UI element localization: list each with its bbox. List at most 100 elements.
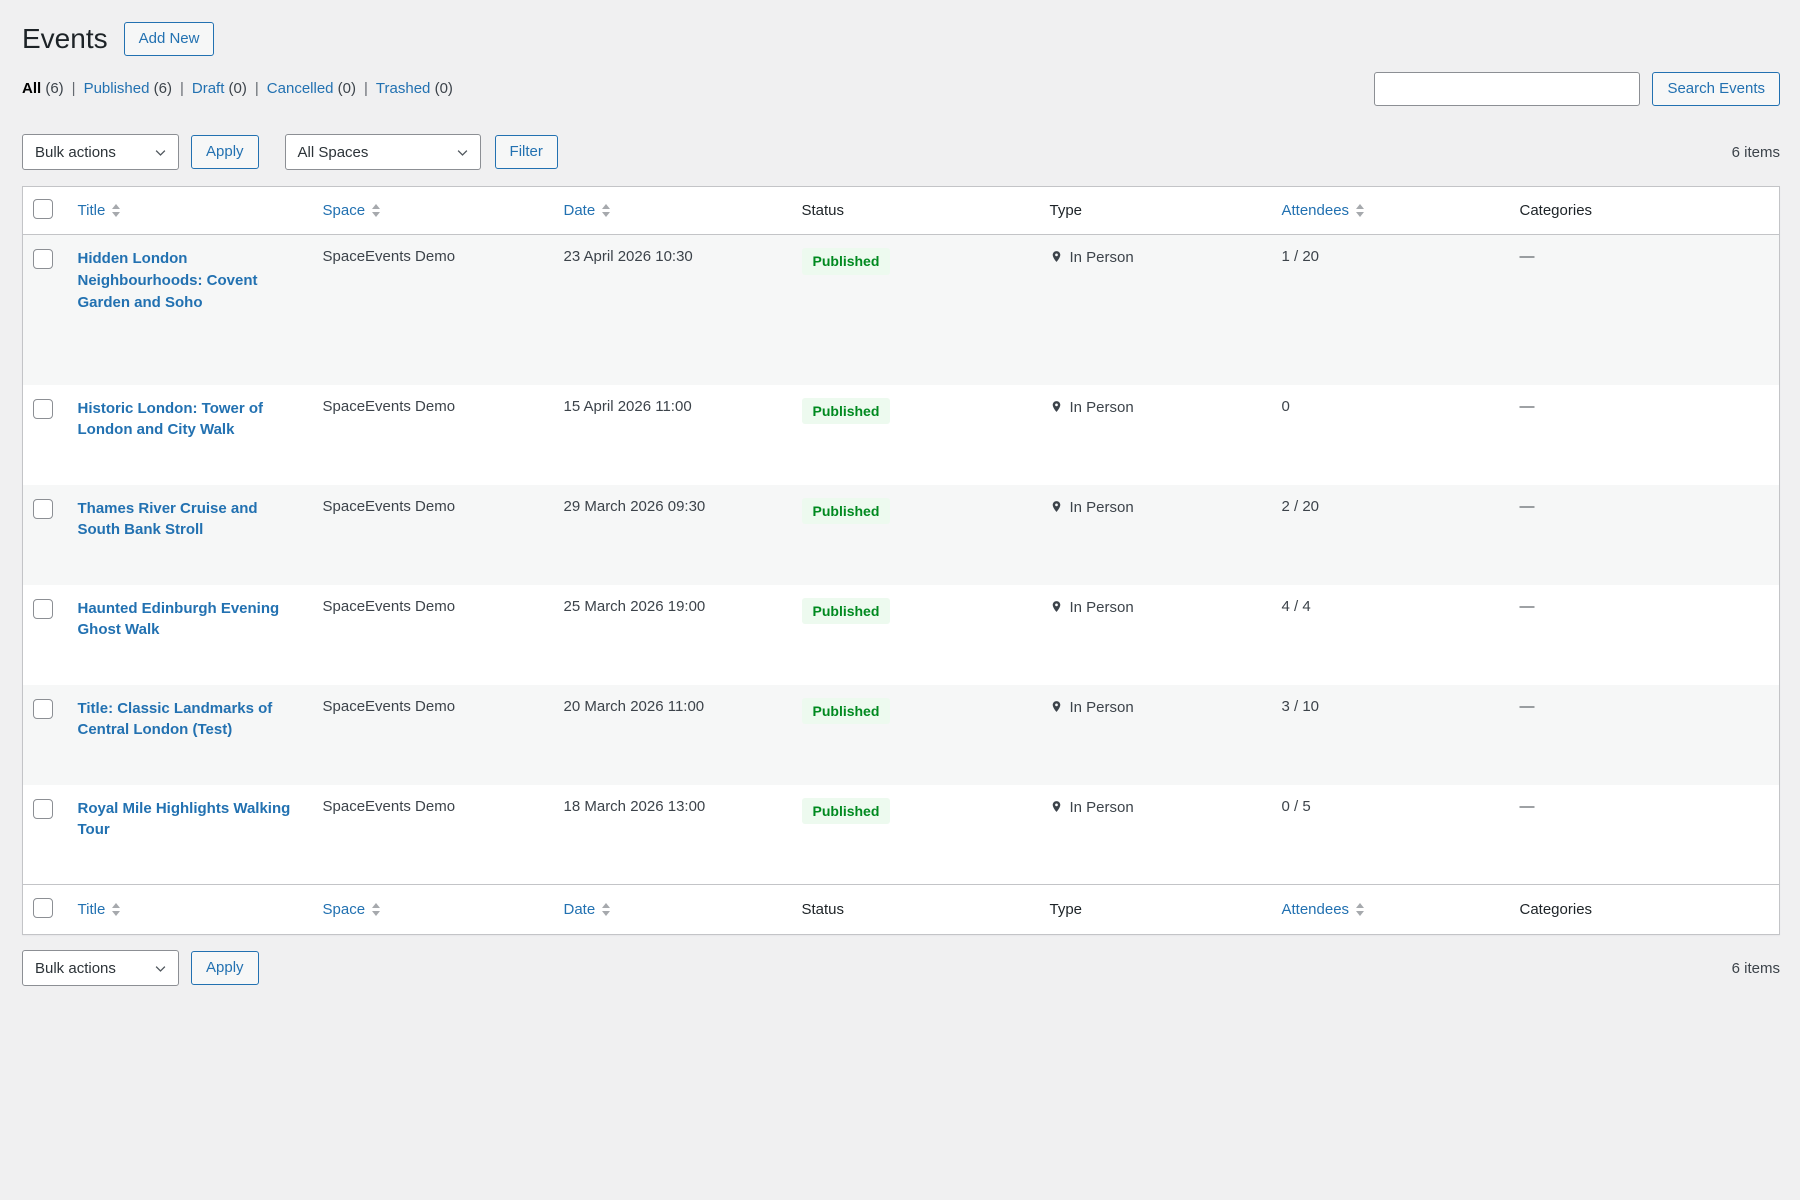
event-type-label: In Person: [1070, 699, 1134, 716]
select-all-checkbox[interactable]: [33, 199, 53, 219]
event-type-label: In Person: [1070, 399, 1134, 416]
event-title-link[interactable]: Haunted Edinburgh Evening Ghost Walk: [78, 598, 303, 642]
sort-down-icon: [112, 212, 120, 217]
status-filter-links: All (6)|Published (6)|Draft (0)|Cancelle…: [22, 72, 453, 97]
event-status-cell: Published: [792, 485, 1040, 585]
bulk-actions-select-value: Bulk actions: [35, 144, 116, 161]
sort-link-attendees[interactable]: Attendees: [1282, 202, 1365, 219]
bottom-toolbar-actions: Bulk actions Apply: [22, 950, 259, 986]
column-label: Date: [564, 901, 596, 918]
row-checkbox-cell: [23, 785, 68, 885]
status-badge: Published: [802, 798, 891, 825]
column-header-type: Type: [1040, 187, 1272, 235]
sort-link-title[interactable]: Title: [78, 202, 121, 219]
add-new-button[interactable]: Add New: [124, 22, 215, 56]
event-type-cell: In Person: [1040, 235, 1272, 385]
view-link-current: All: [22, 80, 41, 97]
status-badge: Published: [802, 598, 891, 625]
apply-button[interactable]: Apply: [191, 135, 259, 169]
column-label: Categories: [1520, 901, 1593, 918]
event-type-label: In Person: [1070, 249, 1134, 266]
view-separator: |: [72, 80, 76, 97]
event-date-cell: 25 March 2026 19:00: [554, 585, 792, 685]
apply-button-bottom[interactable]: Apply: [191, 951, 259, 985]
status-badge: Published: [802, 498, 891, 525]
table-row: Historic London: Tower of London and Cit…: [23, 385, 1780, 485]
status-badge: Published: [802, 698, 891, 725]
column-header-title: Title: [68, 187, 313, 235]
table-footer: TitleSpaceDateStatusTypeAttendeesCategor…: [23, 885, 1780, 935]
location-pin-icon: [1050, 499, 1070, 516]
chevron-down-icon: [455, 145, 470, 160]
event-title-link[interactable]: Royal Mile Highlights Walking Tour: [78, 798, 303, 842]
event-space-cell: SpaceEvents Demo: [313, 585, 554, 685]
event-space-cell: SpaceEvents Demo: [313, 785, 554, 885]
event-space-cell: SpaceEvents Demo: [313, 235, 554, 385]
view-link[interactable]: Trashed: [376, 80, 430, 97]
row-checkbox[interactable]: [33, 399, 53, 419]
items-count-top: 6 items: [1732, 144, 1780, 161]
sort-down-icon: [602, 212, 610, 217]
view-link[interactable]: Draft: [192, 80, 225, 97]
sort-down-icon: [372, 911, 380, 916]
event-categories-cell: —: [1510, 785, 1780, 885]
location-pin-icon: [1050, 699, 1070, 716]
select-all-checkbox-footer[interactable]: [33, 898, 53, 918]
sort-link-title-footer[interactable]: Title: [78, 901, 121, 918]
table-header: TitleSpaceDateStatusTypeAttendeesCategor…: [23, 187, 1780, 235]
sort-down-icon: [1356, 911, 1364, 916]
sort-link-date[interactable]: Date: [564, 202, 611, 219]
sort-arrows-icon: [112, 204, 120, 217]
event-categories-cell: —: [1510, 685, 1780, 785]
event-title-link[interactable]: Thames River Cruise and South Bank Strol…: [78, 498, 303, 542]
event-attendees-cell: 1 / 20: [1272, 235, 1510, 385]
sort-up-icon: [372, 903, 380, 908]
view-count: (6): [41, 80, 64, 97]
event-type-cell: In Person: [1040, 485, 1272, 585]
column-label: Type: [1050, 202, 1083, 219]
event-status-cell: Published: [792, 585, 1040, 685]
bulk-actions-select-bottom[interactable]: Bulk actions: [22, 950, 179, 986]
view-link[interactable]: Published: [84, 80, 150, 97]
event-title-link[interactable]: Historic London: Tower of London and Cit…: [78, 398, 303, 442]
column-label: Type: [1050, 901, 1083, 918]
sort-down-icon: [602, 911, 610, 916]
spaces-filter-select[interactable]: All Spaces: [285, 134, 481, 170]
column-header-space-footer: Space: [313, 885, 554, 935]
sort-link-space-footer[interactable]: Space: [323, 901, 381, 918]
column-header-status: Status: [792, 187, 1040, 235]
page-title: Events: [22, 22, 108, 56]
event-title-link[interactable]: Hidden London Neighbourhoods: Covent Gar…: [78, 248, 303, 313]
sort-link-attendees-footer[interactable]: Attendees: [1282, 901, 1365, 918]
spaces-filter-select-value: All Spaces: [298, 144, 369, 161]
sort-link-space[interactable]: Space: [323, 202, 381, 219]
filter-button[interactable]: Filter: [495, 135, 558, 169]
row-checkbox[interactable]: [33, 699, 53, 719]
search-events-button[interactable]: Search Events: [1652, 72, 1780, 106]
row-checkbox[interactable]: [33, 499, 53, 519]
table-row: Hidden London Neighbourhoods: Covent Gar…: [23, 235, 1780, 385]
bulk-actions-select[interactable]: Bulk actions: [22, 134, 179, 170]
row-checkbox[interactable]: [33, 249, 53, 269]
table-body: Hidden London Neighbourhoods: Covent Gar…: [23, 235, 1780, 885]
column-label: Date: [564, 202, 596, 219]
view-link[interactable]: Cancelled: [267, 80, 334, 97]
view-separator: |: [364, 80, 368, 97]
status-badge: Published: [802, 248, 891, 275]
row-checkbox-cell: [23, 585, 68, 685]
view-separator: |: [180, 80, 184, 97]
event-type-cell: In Person: [1040, 585, 1272, 685]
row-checkbox[interactable]: [33, 799, 53, 819]
sort-link-date-footer[interactable]: Date: [564, 901, 611, 918]
view-item-draft: Draft (0): [192, 80, 247, 97]
sort-down-icon: [372, 212, 380, 217]
event-date-cell: 15 April 2026 11:00: [554, 385, 792, 485]
sort-arrows-icon: [112, 903, 120, 916]
views-and-search-row: All (6)|Published (6)|Draft (0)|Cancelle…: [22, 72, 1780, 106]
row-checkbox[interactable]: [33, 599, 53, 619]
event-title-link[interactable]: Title: Classic Landmarks of Central Lond…: [78, 698, 303, 742]
event-type-label: In Person: [1070, 799, 1134, 816]
table-row: Thames River Cruise and South Bank Strol…: [23, 485, 1780, 585]
search-box: Search Events: [1374, 72, 1780, 106]
search-input[interactable]: [1374, 72, 1640, 106]
